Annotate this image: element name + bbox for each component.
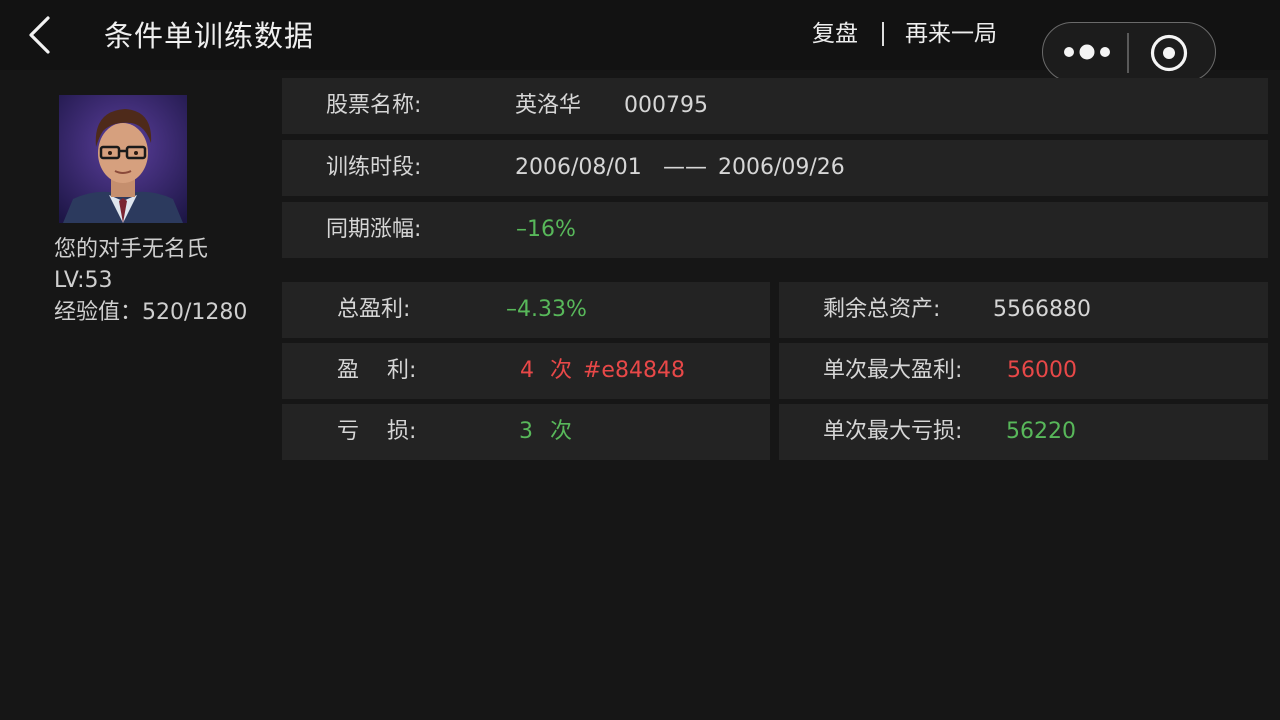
- stock-name-label: 股票名称:: [326, 93, 422, 118]
- capsule-menu: [1042, 22, 1216, 82]
- max-loss-label: 单次最大亏损:: [823, 419, 963, 444]
- win-label: 盈 利:: [337, 358, 417, 383]
- more-dots-icon: [1064, 44, 1110, 60]
- max-win-row: 单次最大盈利: 56000: [779, 343, 1268, 399]
- stock-name-row: 股票名称: 英洛华 000795: [282, 78, 1268, 134]
- total-profit-row: 总盈利: –4.33%: [282, 282, 770, 338]
- period-dash: ——: [663, 155, 707, 180]
- stock-code: 000795: [624, 93, 708, 118]
- change-label: 同期涨幅:: [326, 217, 422, 242]
- page-title: 条件单训练数据: [104, 19, 315, 53]
- target-close-icon: [1150, 34, 1188, 72]
- max-win-value: 56000: [1007, 358, 1077, 383]
- loss-label: 亏 损:: [337, 419, 417, 444]
- loss-row: 亏 损: 3 次: [282, 404, 770, 460]
- period-start: 2006/08/01: [515, 155, 642, 180]
- period-label: 训练时段:: [326, 155, 422, 180]
- opponent-name: 您的对手无名氏: [54, 237, 209, 262]
- remaining-row: 剩余总资产: 5566880: [779, 282, 1268, 338]
- total-profit-value: –4.33%: [506, 297, 587, 322]
- period-row: 训练时段: 2006/08/01 —— 2006/09/26: [282, 140, 1268, 196]
- user-level: LV:53: [54, 268, 113, 293]
- chevron-left-icon: [29, 16, 50, 54]
- win-count: 4: [520, 358, 534, 383]
- stock-name: 英洛华: [515, 93, 582, 118]
- remaining-value: 5566880: [993, 297, 1091, 322]
- avatar: [59, 95, 187, 223]
- max-win-label: 单次最大盈利:: [823, 358, 963, 383]
- loss-unit: 次: [550, 419, 573, 444]
- change-value: –16%: [516, 217, 576, 242]
- period-end: 2006/09/26: [718, 155, 845, 180]
- win-color-code: #e84848: [583, 358, 685, 383]
- win-unit: 次: [550, 358, 573, 383]
- win-row: 盈 利: 4 次 #e84848: [282, 343, 770, 399]
- close-miniprogram-button[interactable]: [1147, 32, 1191, 74]
- play-again-button[interactable]: 再来一局: [905, 16, 997, 52]
- capsule-divider: [1127, 33, 1129, 73]
- change-row: 同期涨幅: –16%: [282, 202, 1268, 258]
- max-loss-row: 单次最大亏损: 56220: [779, 404, 1268, 460]
- loss-count: 3: [519, 419, 533, 444]
- remaining-label: 剩余总资产:: [823, 297, 941, 322]
- max-loss-value: 56220: [1006, 419, 1076, 444]
- header-divider: [882, 22, 884, 46]
- total-profit-label: 总盈利:: [337, 297, 411, 322]
- back-button[interactable]: [22, 14, 62, 58]
- replay-button[interactable]: 复盘: [812, 16, 858, 52]
- user-exp: 经验值：520/1280: [54, 300, 248, 325]
- more-button[interactable]: [1055, 29, 1125, 75]
